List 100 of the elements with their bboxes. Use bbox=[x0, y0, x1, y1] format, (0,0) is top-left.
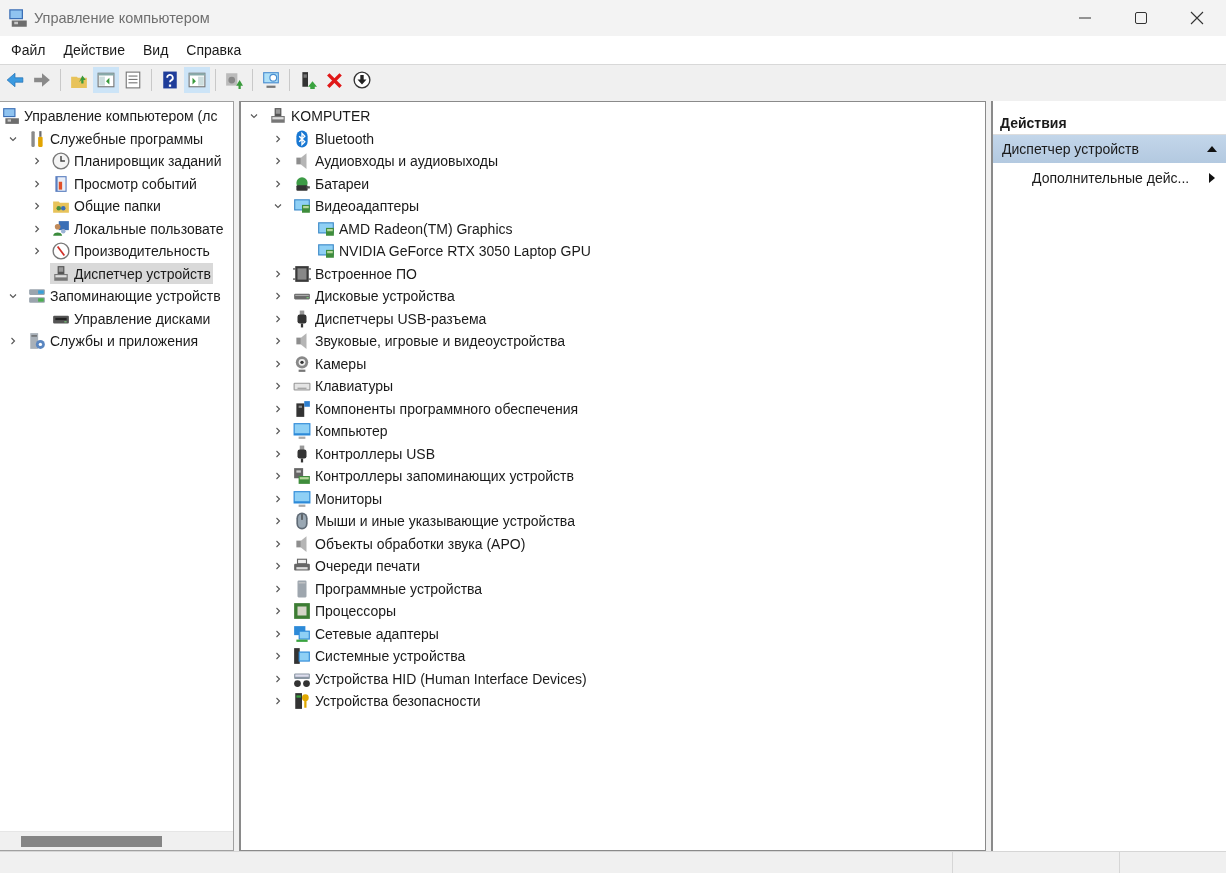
close-icon[interactable] bbox=[1190, 11, 1204, 25]
tree-item[interactable]: NVIDIA GeForce RTX 3050 Laptop GPU bbox=[315, 240, 593, 262]
chevron-icon[interactable] bbox=[273, 268, 283, 279]
chevron-icon[interactable] bbox=[273, 448, 283, 459]
tree-item[interactable]: Мониторы bbox=[291, 488, 385, 510]
chevron-icon[interactable] bbox=[273, 606, 283, 617]
maximize-icon[interactable] bbox=[1134, 11, 1148, 25]
chevron-icon[interactable] bbox=[273, 651, 283, 662]
chevron-icon[interactable] bbox=[273, 516, 283, 527]
tree-item[interactable]: Аудиовходы и аудиовыходы bbox=[291, 150, 501, 172]
chevron-icon[interactable] bbox=[32, 223, 42, 234]
tree-item[interactable]: KOMPUTER bbox=[267, 105, 373, 127]
component-icon bbox=[293, 399, 311, 418]
chevron-icon[interactable] bbox=[8, 336, 18, 347]
chevron-icon[interactable] bbox=[273, 313, 283, 324]
device-icon bbox=[269, 107, 287, 126]
tree-item[interactable]: Мыши и иные указывающие устройства bbox=[291, 510, 577, 532]
tree-item[interactable]: Служебные программы bbox=[26, 128, 206, 150]
menu-item[interactable]: Справка bbox=[178, 42, 250, 58]
chevron-icon[interactable] bbox=[273, 156, 283, 167]
storage-icon bbox=[28, 287, 46, 306]
collapse-triangle-icon[interactable] bbox=[1206, 145, 1218, 153]
processor-icon bbox=[293, 602, 311, 621]
tree-item[interactable]: Управление компьютером (лс bbox=[0, 105, 220, 127]
tools-icon bbox=[28, 129, 46, 148]
menu-item[interactable]: Действие bbox=[55, 42, 133, 58]
tree-item[interactable]: Объекты обработки звука (APO) bbox=[291, 533, 528, 555]
tree-item[interactable]: Локальные пользовате bbox=[50, 218, 226, 240]
tree-item[interactable]: AMD Radeon(TM) Graphics bbox=[315, 218, 515, 240]
forward-arrow-icon bbox=[33, 71, 51, 89]
tree-item[interactable]: Службы и приложения bbox=[26, 330, 201, 352]
display-adapter-icon bbox=[317, 219, 335, 238]
chevron-icon[interactable] bbox=[273, 133, 283, 144]
chevron-icon[interactable] bbox=[32, 246, 42, 257]
chevron-icon[interactable] bbox=[273, 493, 283, 504]
chevron-icon[interactable] bbox=[273, 426, 283, 437]
tree-item[interactable]: Bluetooth bbox=[291, 128, 377, 150]
chevron-icon[interactable] bbox=[273, 336, 283, 347]
clock-icon bbox=[52, 152, 70, 171]
gauge-icon bbox=[52, 242, 70, 261]
chevron-icon[interactable] bbox=[32, 178, 42, 189]
download-icon bbox=[353, 71, 371, 89]
chevron-icon[interactable] bbox=[273, 381, 283, 392]
chip-icon bbox=[293, 264, 311, 283]
tree-item[interactable]: Процессоры bbox=[291, 600, 399, 622]
tree-item[interactable]: Диспетчер устройств bbox=[50, 263, 213, 285]
tree-item[interactable]: Программные устройства bbox=[291, 578, 485, 600]
chevron-icon[interactable] bbox=[273, 628, 283, 639]
computer-icon bbox=[2, 107, 20, 126]
chevron-icon[interactable] bbox=[32, 201, 42, 212]
chevron-icon[interactable] bbox=[273, 673, 283, 684]
tree-item[interactable]: Производительность bbox=[50, 240, 212, 262]
tree-item[interactable]: Клавиатуры bbox=[291, 375, 396, 397]
event-log-icon bbox=[52, 174, 70, 193]
storage-controller-icon bbox=[293, 467, 311, 486]
tree-item[interactable]: Компоненты программного обеспечения bbox=[291, 398, 581, 420]
system-device-icon bbox=[293, 647, 311, 666]
display-adapter-icon bbox=[293, 197, 311, 216]
tree-item[interactable]: Сетевые адаптеры bbox=[291, 623, 441, 645]
chevron-icon[interactable] bbox=[273, 696, 283, 707]
tree-item[interactable]: Контроллеры USB bbox=[291, 443, 437, 465]
section-title: Диспетчер устройств bbox=[1002, 141, 1139, 157]
network-icon bbox=[293, 624, 311, 643]
horizontal-scrollbar[interactable] bbox=[0, 831, 233, 850]
tree-item[interactable]: Управление дисками bbox=[50, 308, 213, 330]
window-title: Управление компьютером bbox=[34, 10, 210, 26]
chevron-icon[interactable] bbox=[32, 156, 42, 167]
tree-item[interactable]: Очереди печати bbox=[291, 555, 423, 577]
tree-item[interactable]: Устройства безопасности bbox=[291, 690, 483, 712]
tree-pane-button[interactable] bbox=[93, 67, 119, 93]
chevron-icon[interactable] bbox=[273, 358, 283, 369]
tree-item[interactable]: Планировщик заданий bbox=[50, 150, 224, 172]
tree-item[interactable]: Общие папки bbox=[50, 195, 163, 217]
security-key-icon bbox=[293, 692, 311, 711]
tree-item[interactable]: Батареи bbox=[291, 173, 372, 195]
tree-item[interactable]: Запоминающие устройств bbox=[26, 285, 223, 307]
tree-item[interactable]: Камеры bbox=[291, 353, 369, 375]
menu-item[interactable]: Вид bbox=[134, 42, 177, 58]
actions-section-header[interactable]: Диспетчер устройств bbox=[993, 135, 1226, 163]
action-pane-icon bbox=[188, 71, 206, 89]
tree-item[interactable]: Компьютер bbox=[291, 420, 390, 442]
chevron-icon[interactable] bbox=[273, 403, 283, 414]
tree-item[interactable]: Звуковые, игровые и видеоустройства bbox=[291, 330, 568, 352]
menu-item[interactable]: Файл bbox=[3, 42, 54, 58]
action-link[interactable]: Дополнительные дейс... bbox=[1032, 170, 1190, 186]
chevron-icon[interactable] bbox=[273, 178, 283, 189]
chevron-icon[interactable] bbox=[273, 471, 283, 482]
chevron-icon[interactable] bbox=[273, 561, 283, 572]
tree-item[interactable]: Системные устройства bbox=[291, 645, 468, 667]
battery-icon bbox=[293, 174, 311, 193]
chevron-icon[interactable] bbox=[273, 583, 283, 594]
chevron-icon[interactable] bbox=[273, 291, 283, 302]
tree-item[interactable]: Устройства HID (Human Interface Devices) bbox=[291, 668, 589, 690]
tree-item[interactable]: Видеоадаптеры bbox=[291, 195, 422, 217]
tree-item[interactable]: Диспетчеры USB-разъема bbox=[291, 308, 489, 330]
tree-item[interactable]: Дисковые устройства bbox=[291, 285, 457, 307]
tree-item[interactable]: Просмотр событий bbox=[50, 173, 199, 195]
tree-item[interactable]: Встроенное ПО bbox=[291, 263, 419, 285]
tree-item[interactable]: Контроллеры запоминающих устройств bbox=[291, 465, 576, 487]
chevron-icon[interactable] bbox=[273, 538, 283, 549]
